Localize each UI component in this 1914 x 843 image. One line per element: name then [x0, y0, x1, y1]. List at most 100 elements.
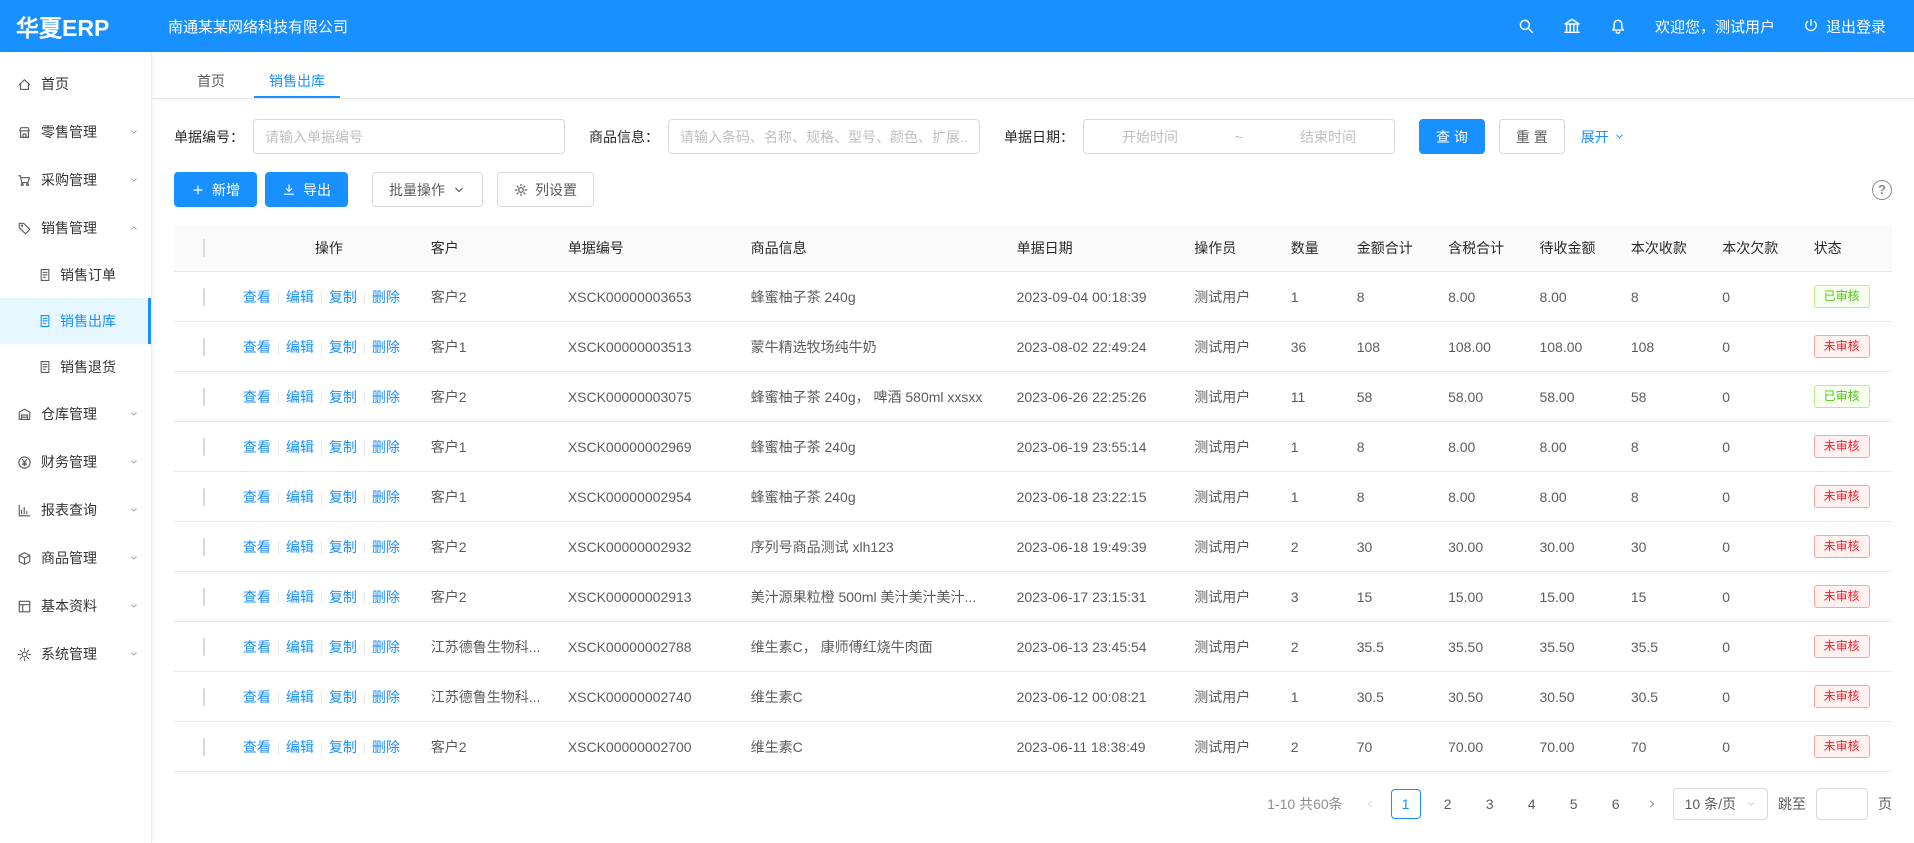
- select-all-checkbox[interactable]: [203, 239, 205, 257]
- copy-link[interactable]: 复制: [329, 689, 357, 705]
- date-start-input[interactable]: [1094, 129, 1206, 145]
- bill-no-input[interactable]: [253, 119, 565, 154]
- row-checkbox[interactable]: [203, 488, 205, 506]
- column-settings-button[interactable]: 列设置: [497, 172, 594, 207]
- delete-link[interactable]: 删除: [372, 339, 400, 355]
- sidebar-item-finance[interactable]: 财务管理: [0, 438, 151, 486]
- page-size-select[interactable]: 10 条/页: [1673, 788, 1768, 820]
- edit-link[interactable]: 编辑: [286, 489, 314, 505]
- prev-page-button[interactable]: [1359, 789, 1381, 819]
- expand-link[interactable]: 展开: [1581, 127, 1625, 147]
- view-link[interactable]: 查看: [243, 389, 271, 405]
- copy-link[interactable]: 复制: [329, 489, 357, 505]
- view-link[interactable]: 查看: [243, 489, 271, 505]
- view-link[interactable]: 查看: [243, 739, 271, 755]
- delete-link[interactable]: 删除: [372, 389, 400, 405]
- row-checkbox[interactable]: [203, 388, 205, 406]
- view-link[interactable]: 查看: [243, 589, 271, 605]
- page-button-5[interactable]: 5: [1559, 789, 1589, 819]
- delete-link[interactable]: 删除: [372, 439, 400, 455]
- search-button[interactable]: 查 询: [1419, 119, 1485, 154]
- sidebar-item-goods[interactable]: 商品管理: [0, 534, 151, 582]
- jump-page-input[interactable]: [1816, 788, 1868, 820]
- view-link[interactable]: 查看: [243, 689, 271, 705]
- page-button-4[interactable]: 4: [1517, 789, 1547, 819]
- copy-link[interactable]: 复制: [329, 339, 357, 355]
- copy-link[interactable]: 复制: [329, 589, 357, 605]
- status-badge: 未审核: [1814, 435, 1870, 458]
- page-button-2[interactable]: 2: [1433, 789, 1463, 819]
- sidebar-item-sales-return[interactable]: 销售退货: [0, 344, 151, 390]
- copy-link[interactable]: 复制: [329, 439, 357, 455]
- batch-actions-dropdown[interactable]: 批量操作: [372, 172, 483, 207]
- search-icon[interactable]: [1517, 17, 1535, 35]
- copy-link[interactable]: 复制: [329, 739, 357, 755]
- copy-link[interactable]: 复制: [329, 539, 357, 555]
- date-end-input[interactable]: [1272, 129, 1384, 145]
- sidebar-item-sales-order[interactable]: 销售订单: [0, 252, 151, 298]
- reset-button[interactable]: 重 置: [1499, 119, 1565, 154]
- sidebar-item-warehouse[interactable]: 仓库管理: [0, 390, 151, 438]
- row-checkbox[interactable]: [203, 538, 205, 556]
- edit-link[interactable]: 编辑: [286, 539, 314, 555]
- row-checkbox[interactable]: [203, 588, 205, 606]
- op-divider: [278, 742, 279, 754]
- logout-button[interactable]: 退出登录: [1803, 16, 1886, 37]
- copy-link[interactable]: 复制: [329, 389, 357, 405]
- row-checkbox[interactable]: [203, 638, 205, 656]
- page-button-6[interactable]: 6: [1601, 789, 1631, 819]
- status-badge: 已审核: [1814, 285, 1870, 308]
- edit-link[interactable]: 编辑: [286, 289, 314, 305]
- edit-link[interactable]: 编辑: [286, 339, 314, 355]
- row-checkbox[interactable]: [203, 688, 205, 706]
- product-info-input[interactable]: [668, 119, 980, 154]
- delete-link[interactable]: 删除: [372, 489, 400, 505]
- sidebar-item-retail[interactable]: 零售管理: [0, 108, 151, 156]
- sidebar-item-reports[interactable]: 报表查询: [0, 486, 151, 534]
- view-link[interactable]: 查看: [243, 439, 271, 455]
- page-button-3[interactable]: 3: [1475, 789, 1505, 819]
- copy-link[interactable]: 复制: [329, 289, 357, 305]
- edit-link[interactable]: 编辑: [286, 639, 314, 655]
- sidebar-item-purchase[interactable]: 采购管理: [0, 156, 151, 204]
- sidebar-item-base-data[interactable]: 基本资料: [0, 582, 151, 630]
- copy-link[interactable]: 复制: [329, 639, 357, 655]
- delete-link[interactable]: 删除: [372, 639, 400, 655]
- view-link[interactable]: 查看: [243, 639, 271, 655]
- sidebar-item-system[interactable]: 系统管理: [0, 630, 151, 678]
- delete-link[interactable]: 删除: [372, 739, 400, 755]
- row-checkbox[interactable]: [203, 438, 205, 456]
- date-range-picker[interactable]: ~: [1083, 119, 1395, 154]
- view-link[interactable]: 查看: [243, 339, 271, 355]
- delete-link[interactable]: 删除: [372, 539, 400, 555]
- row-checkbox[interactable]: [203, 738, 205, 756]
- sidebar-item-sales-outbound[interactable]: 销售出库: [0, 298, 151, 344]
- delete-link[interactable]: 删除: [372, 689, 400, 705]
- bell-icon[interactable]: [1609, 17, 1627, 35]
- chevron-down-icon: [1746, 799, 1756, 809]
- next-page-button[interactable]: [1641, 789, 1663, 819]
- column-header-received: 本次收款: [1623, 225, 1714, 272]
- tab-sales-outbound[interactable]: 销售出库: [254, 52, 340, 98]
- edit-link[interactable]: 编辑: [286, 739, 314, 755]
- edit-link[interactable]: 编辑: [286, 589, 314, 605]
- sidebar-item-home[interactable]: 首页: [0, 60, 151, 108]
- tab-home[interactable]: 首页: [182, 52, 240, 98]
- edit-link[interactable]: 编辑: [286, 389, 314, 405]
- op-divider: [278, 342, 279, 354]
- sidebar-item-sales[interactable]: 销售管理: [0, 204, 151, 252]
- row-checkbox[interactable]: [203, 338, 205, 356]
- cell-amount: 8: [1349, 472, 1440, 522]
- delete-link[interactable]: 删除: [372, 289, 400, 305]
- add-button[interactable]: 新增: [174, 172, 257, 207]
- bank-icon[interactable]: [1563, 17, 1581, 35]
- view-link[interactable]: 查看: [243, 289, 271, 305]
- row-checkbox[interactable]: [203, 288, 205, 306]
- help-icon[interactable]: ?: [1872, 180, 1892, 200]
- edit-link[interactable]: 编辑: [286, 689, 314, 705]
- export-button[interactable]: 导出: [265, 172, 348, 207]
- page-button-1[interactable]: 1: [1391, 789, 1421, 819]
- edit-link[interactable]: 编辑: [286, 439, 314, 455]
- delete-link[interactable]: 删除: [372, 589, 400, 605]
- view-link[interactable]: 查看: [243, 539, 271, 555]
